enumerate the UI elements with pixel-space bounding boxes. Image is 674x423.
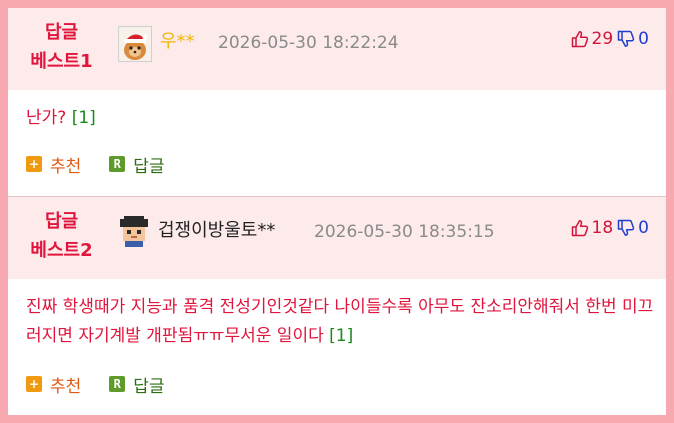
best-badge-line1: 답글 [44,22,79,43]
best-reply-2: 답글 베스트2 겁쟁이방울토** 2026-05-30 18:35:15 18 … [8,196,666,416]
recommend-label: 추천 [50,376,82,397]
comment-header: 답글 베스트1 우** 2026-05-30 18:22:24 29 0 [8,8,666,90]
vote-box: 18 0 [571,214,649,242]
plus-icon: + [26,156,42,172]
reply-button[interactable]: R 답글 [109,152,165,177]
dog-with-santa-hat-icon [119,27,151,61]
best-badge: 답글 베스트1 [8,18,115,76]
comment-body: 진짜 학생때가 지능과 품격 전성기인것같다 나이들수록 아무도 잔소리안해줘서… [26,293,656,351]
thumbs-down-icon [617,30,635,47]
timestamp: 2026-05-30 18:22:24 [218,33,399,53]
reply-button[interactable]: R 답글 [109,372,165,397]
thumbs-up-icon [571,220,588,237]
upvote-count: 18 [591,218,614,238]
avatar[interactable] [118,215,150,249]
downvote-count: 0 [638,29,649,49]
pixel-character-icon [120,216,148,247]
plus-icon: + [26,376,42,392]
upvote-count: 29 [591,29,614,49]
reply-count[interactable]: [1] [72,108,96,128]
best-badge-line2: 베스트2 [30,240,93,261]
reply-label: 답글 [133,156,165,177]
best-replies-panel: 답글 베스트1 우** 2026-05-30 18:22:24 29 0 난가?… [8,8,666,415]
downvote-count: 0 [638,218,649,238]
comment-body: 난가? [1] [26,104,656,133]
reply-label: 답글 [133,376,165,397]
upvote-button[interactable]: 29 [571,29,618,49]
upvote-button[interactable]: 18 [571,218,618,238]
best-badge-line1: 답글 [44,211,79,232]
downvote-button[interactable]: 0 [617,218,649,238]
r-icon: R [109,156,126,172]
comment-text: 난가? [26,108,67,128]
recommend-button[interactable]: + 추천 [26,372,81,397]
avatar[interactable] [118,26,152,62]
comment-actions: + 추천 R 답글 [26,151,193,177]
best-badge: 답글 베스트2 [8,207,115,265]
thumbs-up-icon [571,31,588,48]
recommend-button[interactable]: + 추천 [26,152,81,177]
recommend-label: 추천 [50,156,82,177]
timestamp: 2026-05-30 18:35:15 [314,222,495,242]
thumbs-down-icon [617,219,635,236]
best-badge-line2: 베스트1 [30,51,93,72]
comment-actions: + 추천 R 답글 [26,371,193,397]
reply-count[interactable]: [1] [329,326,353,346]
vote-box: 29 0 [571,25,649,53]
downvote-button[interactable]: 0 [617,29,649,49]
comment-header: 답글 베스트2 겁쟁이방울토** 2026-05-30 18:35:15 18 … [8,197,666,279]
best-reply-1: 답글 베스트1 우** 2026-05-30 18:22:24 29 0 난가?… [8,8,666,195]
nickname[interactable]: 우** [160,28,195,56]
r-icon: R [109,376,126,392]
nickname[interactable]: 겁쟁이방울토** [158,217,275,245]
